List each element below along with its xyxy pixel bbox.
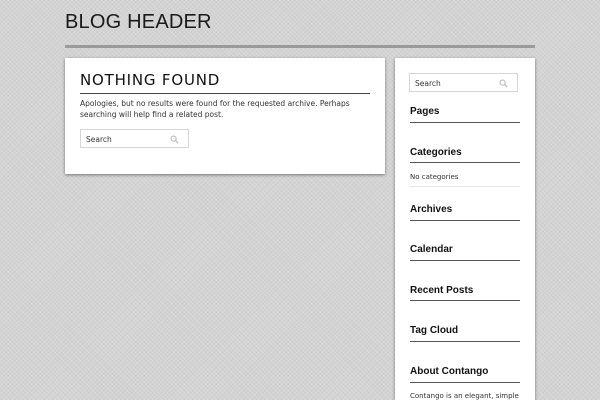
widget-title-archives: Archives [410, 204, 453, 215]
site-title[interactable]: BLOG HEADER [65, 11, 212, 34]
sidebar-search-box [409, 73, 518, 92]
widget-title-calendar: Calendar [410, 244, 453, 255]
widget-divider [410, 162, 520, 163]
widget-divider [410, 220, 520, 221]
main-search-box [80, 129, 189, 148]
search-icon[interactable] [499, 79, 508, 88]
not-found-message: Apologies, but no results were found for… [80, 99, 350, 119]
widget-title-recent-posts: Recent Posts [410, 285, 474, 296]
content-panel: NOTHING FOUND Apologies, but no results … [65, 58, 385, 174]
widget-divider [410, 260, 520, 261]
sidebar-search-input[interactable] [415, 77, 495, 89]
categories-empty-text: No categories [410, 173, 459, 181]
widget-divider [410, 382, 520, 383]
page-title: NOTHING FOUND [80, 71, 221, 89]
widget-divider [410, 122, 520, 123]
widget-divider [410, 341, 520, 342]
widget-title-about: About Contango [410, 366, 489, 377]
widget-divider [410, 300, 520, 301]
title-divider [80, 93, 370, 94]
sidebar: Pages Categories No categories Archives … [395, 58, 535, 400]
about-text: Contango is an elegant, simple [410, 392, 519, 400]
widget-title-tag-cloud: Tag Cloud [410, 325, 459, 336]
main-search-input[interactable] [86, 133, 166, 145]
widget-thin-divider [410, 186, 520, 187]
header-divider [65, 45, 535, 48]
widget-title-categories: Categories [410, 147, 462, 158]
widget-title-pages: Pages [410, 106, 440, 117]
search-icon[interactable] [170, 135, 179, 144]
